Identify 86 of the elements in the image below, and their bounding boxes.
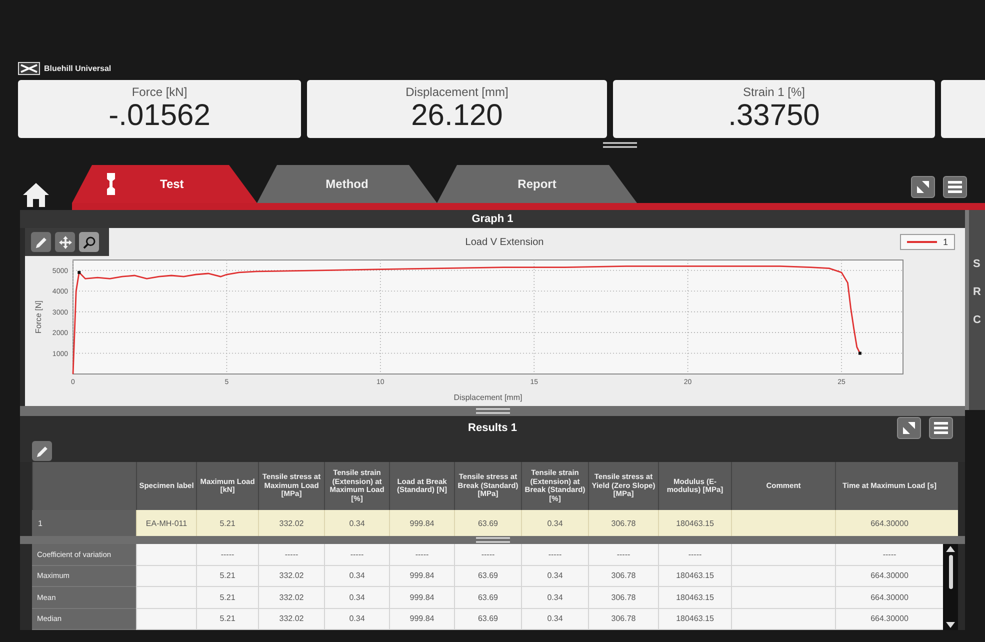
table-cell: 0.34: [521, 566, 588, 587]
side-panel-label: C: [973, 314, 982, 326]
edit-button[interactable]: [31, 232, 51, 252]
table-cell: 999.84: [389, 566, 454, 587]
expand-icon: [902, 421, 916, 435]
chart-title: Load V Extension: [465, 236, 544, 248]
pencil-icon: [34, 236, 48, 248]
readout-label: Force [kN]: [132, 85, 188, 99]
table-cell: 5.21: [196, 587, 258, 608]
table-cell: 0.34: [324, 566, 389, 587]
edit-button[interactable]: [32, 441, 52, 461]
pan-button[interactable]: [55, 232, 75, 252]
legend-label: 1: [942, 237, 948, 247]
expand-icon: [916, 180, 930, 194]
table-row[interactable]: 1 EA-MH-011 5.21 332.02 0.34 999.84 63.69 0.34 306.78 180463.15 664.30000: [32, 510, 958, 536]
table-cell: 999.84: [389, 608, 454, 630]
side-panel-label: R: [973, 286, 982, 298]
specimen-icon: [106, 173, 116, 195]
menu-button[interactable]: [929, 417, 953, 439]
resize-handle[interactable]: [603, 142, 637, 148]
row-header: 1: [32, 510, 136, 536]
axis-title: Displacement [mm]: [454, 393, 522, 402]
table-cell: 63.69: [454, 587, 521, 608]
readout-label: Strain 1 [%]: [742, 85, 806, 99]
table-cell: 332.02: [258, 608, 324, 630]
resize-handle[interactable]: [476, 408, 510, 414]
table-cell: -----: [389, 544, 454, 566]
table-cell: 306.78: [588, 566, 658, 587]
table-cell: 5.21: [196, 566, 258, 587]
side-panel-label: S: [973, 258, 982, 270]
panel-title: Results 1: [468, 422, 517, 434]
table-cell: [136, 587, 196, 608]
point-marker-icon: [858, 352, 862, 355]
table-cell: [136, 544, 196, 566]
table-cell: -----: [196, 544, 258, 566]
table-cell: -----: [324, 544, 389, 566]
table-cell: 0.34: [324, 608, 389, 630]
magnifier-icon: [82, 236, 96, 248]
tab[interactable]: Method: [257, 165, 437, 203]
table-cell: 332.02: [258, 566, 324, 587]
table-cell: [136, 608, 196, 630]
readout-value: 26.120: [411, 99, 503, 133]
menu-button[interactable]: [943, 176, 967, 198]
table-cell: -----: [521, 544, 588, 566]
resize-handle[interactable]: [476, 537, 510, 543]
panel-title: Graph 1: [472, 213, 514, 225]
table-cell: 332.02: [258, 587, 324, 608]
readout-panel: [941, 80, 985, 138]
move-icon: [58, 236, 72, 248]
scrollbar[interactable]: [943, 544, 958, 630]
table-cell: 180463.15: [658, 566, 731, 587]
zoom-button[interactable]: [79, 232, 99, 252]
table-cell: [136, 566, 196, 587]
home-icon[interactable]: [22, 182, 50, 208]
menu-icon: [948, 180, 962, 194]
logo-icon: [18, 62, 40, 75]
readout-label: Displacement [mm]: [406, 85, 508, 99]
point-marker-icon: [78, 270, 81, 274]
menu-icon: [934, 421, 948, 435]
table-cell: 306.78: [588, 587, 658, 608]
scroll-up-icon[interactable]: [946, 546, 955, 552]
table-cell: 180463.15: [658, 587, 731, 608]
table-cell: -----: [588, 544, 658, 566]
readout-value: -.01562: [108, 99, 210, 133]
expand-button[interactable]: [911, 176, 935, 198]
app-name: Bluehill Universal: [44, 64, 112, 73]
pencil-icon: [36, 444, 48, 458]
table-cell: 306.78: [588, 608, 658, 630]
table-cell: 999.84: [389, 587, 454, 608]
table-cell: 5.21: [196, 608, 258, 630]
axis-title: Force [N]: [34, 300, 43, 334]
table-cell: -----: [454, 544, 521, 566]
table-cell: 63.69: [454, 566, 521, 587]
tab[interactable]: Test: [72, 165, 257, 203]
table-cell: 63.69: [454, 608, 521, 630]
table-cell: 0.34: [324, 587, 389, 608]
tab[interactable]: Report: [437, 165, 637, 203]
expand-button[interactable]: [897, 417, 921, 439]
scroll-thumb[interactable]: [948, 555, 952, 589]
table-cell: 0.34: [521, 608, 588, 630]
table-cell: -----: [658, 544, 731, 566]
scroll-down-icon[interactable]: [946, 622, 955, 628]
table-cell: -----: [258, 544, 324, 566]
table-cell: 0.34: [521, 587, 588, 608]
table-cell: 180463.15: [658, 608, 731, 630]
readout-value: .33750: [728, 99, 820, 133]
